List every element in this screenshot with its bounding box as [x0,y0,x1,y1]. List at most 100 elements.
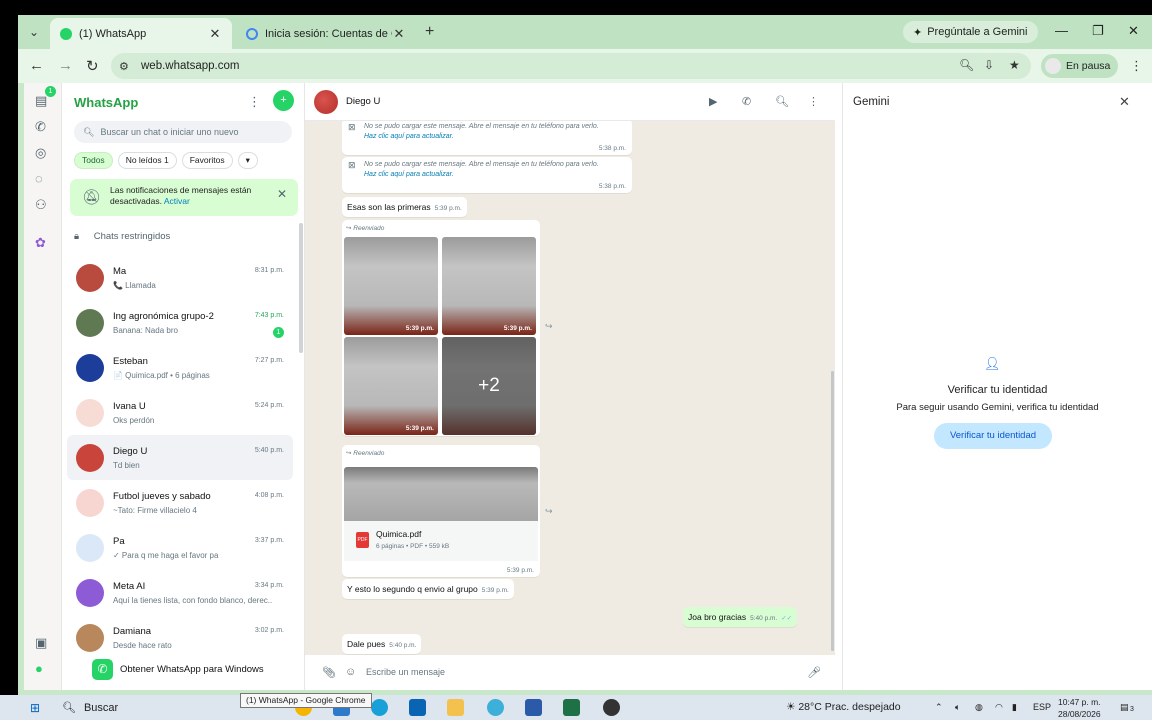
reload-icon[interactable]: ↻ [86,57,99,75]
filter-unread[interactable]: No leídos 1 [117,152,177,169]
get-windows-app[interactable]: ✆ Obtener WhatsApp para Windows [92,659,264,680]
contact-name[interactable]: Diego U [346,96,380,107]
address-bar[interactable]: web.whatsapp.com [111,53,1031,79]
close-tab-icon[interactable]: ✕ [392,26,406,42]
close-window-icon[interactable]: ✕ [1128,23,1139,39]
status-icon[interactable]: ◎ [35,145,46,161]
outlook-icon[interactable] [409,699,426,716]
photo-album[interactable]: ↪ Reenviado 5:39 p.m. 5:39 p.m. 5:39 p.m… [342,220,540,436]
filter-all[interactable]: Todos [74,152,113,169]
activate-link[interactable]: Activar [164,196,190,206]
sidebar-scrollbar[interactable] [299,223,303,353]
tab-whatsapp[interactable]: (1) WhatsApp ✕ [50,18,232,49]
outgoing-message[interactable]: Joa bro gracias 5:40 p.m. ✓✓ [683,607,798,627]
weather-widget[interactable]: ☀︎ 28°C Prac. despejado [786,701,901,713]
edge-icon[interactable] [371,699,388,716]
bookmark-star-icon[interactable]: ★ [1009,58,1020,72]
network-icon[interactable]: ◍ [975,702,983,713]
clock[interactable]: 10:47 p. m. 28/08/2026 [1058,696,1101,720]
contact-avatar[interactable] [314,90,338,114]
chat-menu-icon[interactable]: ⋮ [808,95,819,108]
chat-list-item[interactable]: Damiana Desde hace rato 3:02 p.m. [62,615,298,660]
communities-icon[interactable]: ⚇ [35,197,47,213]
chrome-menu-icon[interactable]: ⋮ [1130,58,1143,74]
video-call-icon[interactable]: ▶ [709,95,717,108]
chat-list-item[interactable]: Ivana U Oks perdón 5:24 p.m. [62,390,298,435]
filter-favorites[interactable]: Favoritos [181,152,233,169]
chats-icon[interactable]: ▤ [35,93,47,109]
document-row[interactable]: PDF Quimica.pdf 6 páginas • PDF • 559 kB [344,521,538,561]
avatar [76,579,104,607]
ask-gemini-button[interactable]: ✦ Pregúntale a Gemini [903,21,1038,43]
search-input[interactable]: 🔍︎ Buscar un chat o iniciar uno nuevo [74,121,292,143]
sidebar-menu-icon[interactable]: ⋮ [248,94,261,110]
forward-icon[interactable]: ↪ [545,321,553,332]
verify-identity-button[interactable]: Verificar tu identidad [934,423,1052,449]
message-bubble[interactable]: Dale pues 5:40 p.m. [342,634,422,654]
start-icon[interactable]: ⊞ [30,701,40,715]
message-bubble[interactable]: Y esto lo segundo q envio al grupo 5:39 p… [342,579,514,599]
refresh-link[interactable]: Haz clic aquí para actualizar. [364,133,454,140]
chat-name: Ivana U [113,401,146,412]
restricted-chats[interactable]: 🔒︎ Chats restringidos [74,231,170,242]
message-input[interactable]: Escribe un mensaje [366,667,445,677]
attach-icon[interactable]: 📎︎ [322,666,336,679]
filter-more[interactable]: ▾ [237,152,258,169]
volume-icon[interactable]: 🔈︎ [955,702,960,713]
browser-icon[interactable] [487,699,504,716]
battery-icon[interactable]: ▮ [1012,702,1017,713]
photo-thumbnail[interactable]: 5:39 p.m. [344,337,438,435]
document-preview[interactable] [344,467,538,521]
excel-icon[interactable] [563,699,580,716]
tray-chevron-icon[interactable]: ⌃ [935,702,943,713]
minimize-icon[interactable]: — [1055,23,1068,38]
forward-icon[interactable]: → [58,57,73,74]
media-icon[interactable]: ▣ [35,635,47,651]
tab-google-login[interactable]: Inicia sesión: Cuentas de Google ✕ [236,18,416,49]
app-icon[interactable] [603,699,620,716]
new-tab-icon[interactable]: + [425,23,434,41]
message-bubble[interactable]: Esas son las primeras 5:39 p.m. [342,197,467,217]
tab-search-icon[interactable]: ⌄ [24,23,44,41]
chat-list-item[interactable]: Esteban 📄 Quimica.pdf • 6 páginas 7:27 p.m… [62,345,298,390]
warning-icon: ⊠ [348,160,356,170]
new-chat-icon[interactable]: + [273,90,294,111]
conversation-scrollbar[interactable] [831,371,834,651]
document-message[interactable]: ↪ Reenviado PDF Quimica.pdf 6 páginas • … [342,445,540,577]
conversation-header[interactable]: Diego U ▶ ✆ 🔍︎ ⋮ [305,83,835,121]
chat-list-item[interactable]: Ing agronómica grupo-2 Banana: Nada bro 7:… [62,300,298,345]
wifi-icon[interactable]: ◠ [995,702,1003,713]
forward-icon[interactable]: ↪ [545,506,553,517]
refresh-link[interactable]: Haz clic aquí para actualizar. [364,171,454,178]
notifications-icon[interactable]: ▤ [1120,702,1129,713]
zoom-icon[interactable]: 🔍︎ [959,58,974,72]
photo-thumbnail[interactable]: 5:39 p.m. [442,237,536,335]
word-icon[interactable] [525,699,542,716]
photo-thumbnail-more[interactable]: +2 [442,337,536,435]
search-in-chat-icon[interactable]: 🔍︎ [775,95,789,108]
chat-list-item[interactable]: Pa ✓ Para q me haga el favor pa 3:37 p.m. [62,525,298,570]
profile-icon[interactable]: ● [35,661,43,676]
back-icon[interactable]: ← [29,57,44,74]
voice-call-icon[interactable]: ✆ [742,95,751,108]
emoji-icon[interactable]: ☺ [345,666,356,678]
calls-icon[interactable]: ✆ [35,119,46,135]
restore-icon[interactable]: ❐ [1092,23,1104,39]
close-tab-icon[interactable]: ✕ [208,26,222,42]
close-banner-icon[interactable]: ✕ [277,187,287,201]
language-indicator[interactable]: ESP [1033,702,1051,712]
file-explorer-icon[interactable] [447,699,464,716]
photo-thumbnail[interactable]: 5:39 p.m. [344,237,438,335]
channels-icon[interactable]: ◌ [35,171,43,186]
taskbar-search[interactable]: 🔍︎ Buscar [62,698,232,717]
microphone-icon[interactable]: 🎤︎ [807,666,821,679]
meta-ai-icon[interactable]: ✿ [35,235,46,251]
chat-list-item[interactable]: Futbol jueves y sabado ~Tato: Firme villa… [62,480,298,525]
chat-list-item[interactable]: Meta AI Aquí la tienes lista, con fondo b… [62,570,298,615]
profile-button[interactable]: En pausa [1041,54,1119,78]
chat-list-item[interactable]: Diego U Td bien 5:40 p.m. [67,435,293,480]
install-app-icon[interactable]: ⇩ [984,58,994,72]
close-panel-icon[interactable]: ✕ [1119,94,1130,110]
site-info-icon[interactable]: ⚙ [119,60,129,73]
chat-list-item[interactable]: Ma 📞 Llamada 8:31 p.m. [62,255,298,300]
